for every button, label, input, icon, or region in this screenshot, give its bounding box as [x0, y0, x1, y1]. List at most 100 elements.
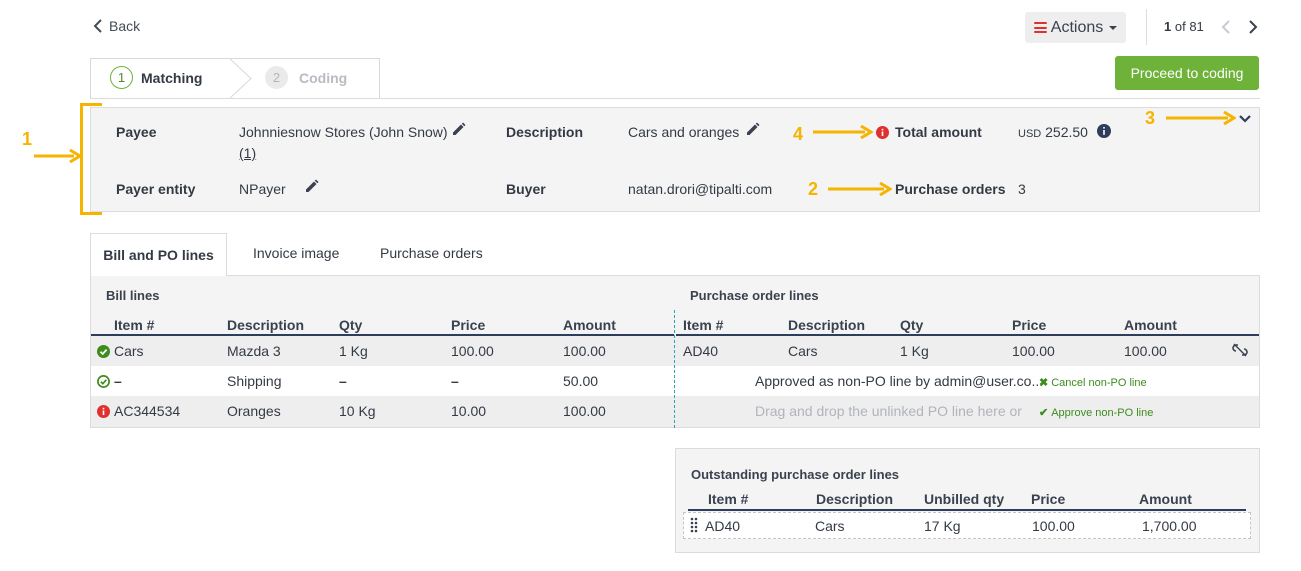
description-value: Cars and oranges: [628, 124, 740, 140]
column-header: Unbilled qty: [924, 491, 1005, 507]
outstanding-price: 100.00: [1032, 518, 1075, 534]
step-label: Matching: [141, 69, 203, 86]
step-number: 1: [110, 66, 133, 89]
drag-handle-icon[interactable]: [690, 517, 698, 533]
proceed-to-coding-button[interactable]: Proceed to coding: [1115, 56, 1259, 90]
column-header: Amount: [1139, 491, 1192, 507]
annotation-arrow: [813, 125, 873, 139]
check-circle-icon: [97, 345, 110, 358]
buyer-label: Buyer: [506, 181, 546, 197]
pencil-icon[interactable]: [745, 122, 760, 137]
caret-down-icon: [1109, 25, 1118, 30]
chevron-down-icon[interactable]: [1238, 113, 1252, 125]
outstanding-unbilled-qty: 17 Kg: [924, 518, 961, 534]
column-header: Qty: [900, 317, 924, 333]
annotation-arrow: [34, 149, 82, 163]
payee-value: Johnniesnow Stores (John Snow): [239, 124, 448, 140]
payer-entity-label: Payer entity: [116, 181, 196, 197]
chevron-left-icon: [93, 19, 102, 33]
actions-button[interactable]: Actions: [1025, 12, 1126, 43]
bill-description: Oranges: [227, 403, 281, 419]
description-label: Description: [506, 124, 584, 140]
column-header: Item #: [708, 491, 749, 507]
column-header: Description: [816, 491, 894, 507]
po-lines-title: Purchase order lines: [690, 288, 819, 303]
annotation-bracket: [80, 103, 102, 215]
bill-qty: 1 Kg: [339, 343, 368, 359]
column-header: Amount: [563, 317, 616, 333]
tab-purchase-orders[interactable]: Purchase orders: [380, 245, 483, 261]
column-header: Price: [451, 317, 486, 333]
step-arrow: [229, 58, 252, 99]
actions-label: Actions: [1050, 18, 1104, 36]
approve-non-po-label: Approve non-PO line: [1051, 406, 1154, 419]
bill-price: –: [451, 373, 459, 389]
column-header: Description: [227, 317, 305, 333]
po-qty: 1 Kg: [900, 343, 929, 359]
po-item: AD40: [683, 343, 719, 359]
step-coding[interactable]: 2 Coding: [265, 66, 347, 89]
chevron-right-icon[interactable]: [1247, 19, 1259, 35]
bill-amount: 100.00: [563, 343, 606, 359]
po-description: Cars: [788, 343, 818, 359]
divider: [90, 98, 1260, 99]
total-amount-label: Total amount: [895, 124, 982, 140]
drop-zone-placeholder[interactable]: Drag and drop the unlinked PO line here …: [755, 403, 1022, 419]
bill-item: Cars: [114, 343, 144, 359]
approved-non-po-text: Approved as non-PO line by admin@user.co…: [755, 373, 1044, 389]
lines-divider: [674, 310, 675, 428]
annotation-number: 3: [1145, 108, 1156, 128]
pager-indicator: 1 of 81: [1164, 19, 1204, 34]
po-amount: 100.00: [1124, 343, 1167, 359]
column-header: Qty: [339, 317, 363, 333]
bill-lines-title: Bill lines: [106, 288, 160, 303]
chevron-left-icon[interactable]: [1220, 19, 1232, 35]
purchase-orders-label: Purchase orders: [895, 181, 1006, 197]
payee-count-link[interactable]: (1): [239, 145, 256, 161]
column-header: Description: [788, 317, 866, 333]
column-header: Price: [1031, 491, 1066, 507]
bill-qty: 10 Kg: [339, 403, 376, 419]
outstanding-amount: 1,700.00: [1142, 518, 1197, 534]
bill-item: AC344534: [114, 403, 181, 419]
total-amount-value: USD 252.50: [1018, 124, 1088, 140]
info-icon[interactable]: [1097, 124, 1111, 138]
bill-description: Shipping: [227, 373, 282, 389]
cancel-non-po-link[interactable]: ✖ Cancel non-PO line: [1039, 376, 1147, 390]
buyer-value: natan.drori@tipalti.com: [628, 181, 773, 197]
outstanding-item: AD40: [705, 518, 741, 534]
annotation-number: 4: [793, 124, 804, 144]
step-label: Coding: [299, 69, 348, 86]
bill-item: –: [114, 373, 122, 389]
bill-description: Mazda 3: [227, 343, 281, 359]
column-header: Price: [1012, 317, 1047, 333]
tab-bill-and-po-lines[interactable]: Bill and PO lines: [90, 233, 227, 276]
outstanding-description: Cars: [815, 518, 845, 534]
po-price: 100.00: [1012, 343, 1055, 359]
back-link[interactable]: Back: [93, 18, 140, 34]
bill-amount: 50.00: [563, 373, 599, 389]
pencil-icon[interactable]: [304, 179, 319, 194]
pencil-icon[interactable]: [451, 122, 466, 137]
step-matching[interactable]: 1 Matching: [110, 66, 202, 89]
header-divider: [1146, 9, 1147, 45]
error-icon: [876, 126, 889, 139]
check-icon: ✔: [1039, 407, 1049, 419]
bill-price: 10.00: [451, 403, 487, 419]
tab-invoice-image[interactable]: Invoice image: [253, 245, 339, 261]
column-header: Item #: [114, 317, 155, 333]
back-label: Back: [109, 18, 141, 34]
menu-icon: [1033, 22, 1047, 33]
header-rule: [688, 509, 1246, 511]
annotation-number: 2: [808, 179, 819, 199]
annotation-arrow: [828, 182, 892, 196]
payee-label: Payee: [116, 124, 157, 140]
approve-non-po-link[interactable]: ✔ Approve non-PO line: [1039, 406, 1154, 420]
error-icon: [97, 405, 110, 418]
unlink-icon[interactable]: [1232, 342, 1248, 358]
cancel-non-po-label: Cancel non-PO line: [1051, 376, 1147, 389]
close-icon: ✖: [1039, 377, 1049, 389]
check-circle-outline-icon: [97, 375, 110, 388]
bill-price: 100.00: [451, 343, 494, 359]
payer-entity-value: NPayer: [239, 181, 286, 197]
